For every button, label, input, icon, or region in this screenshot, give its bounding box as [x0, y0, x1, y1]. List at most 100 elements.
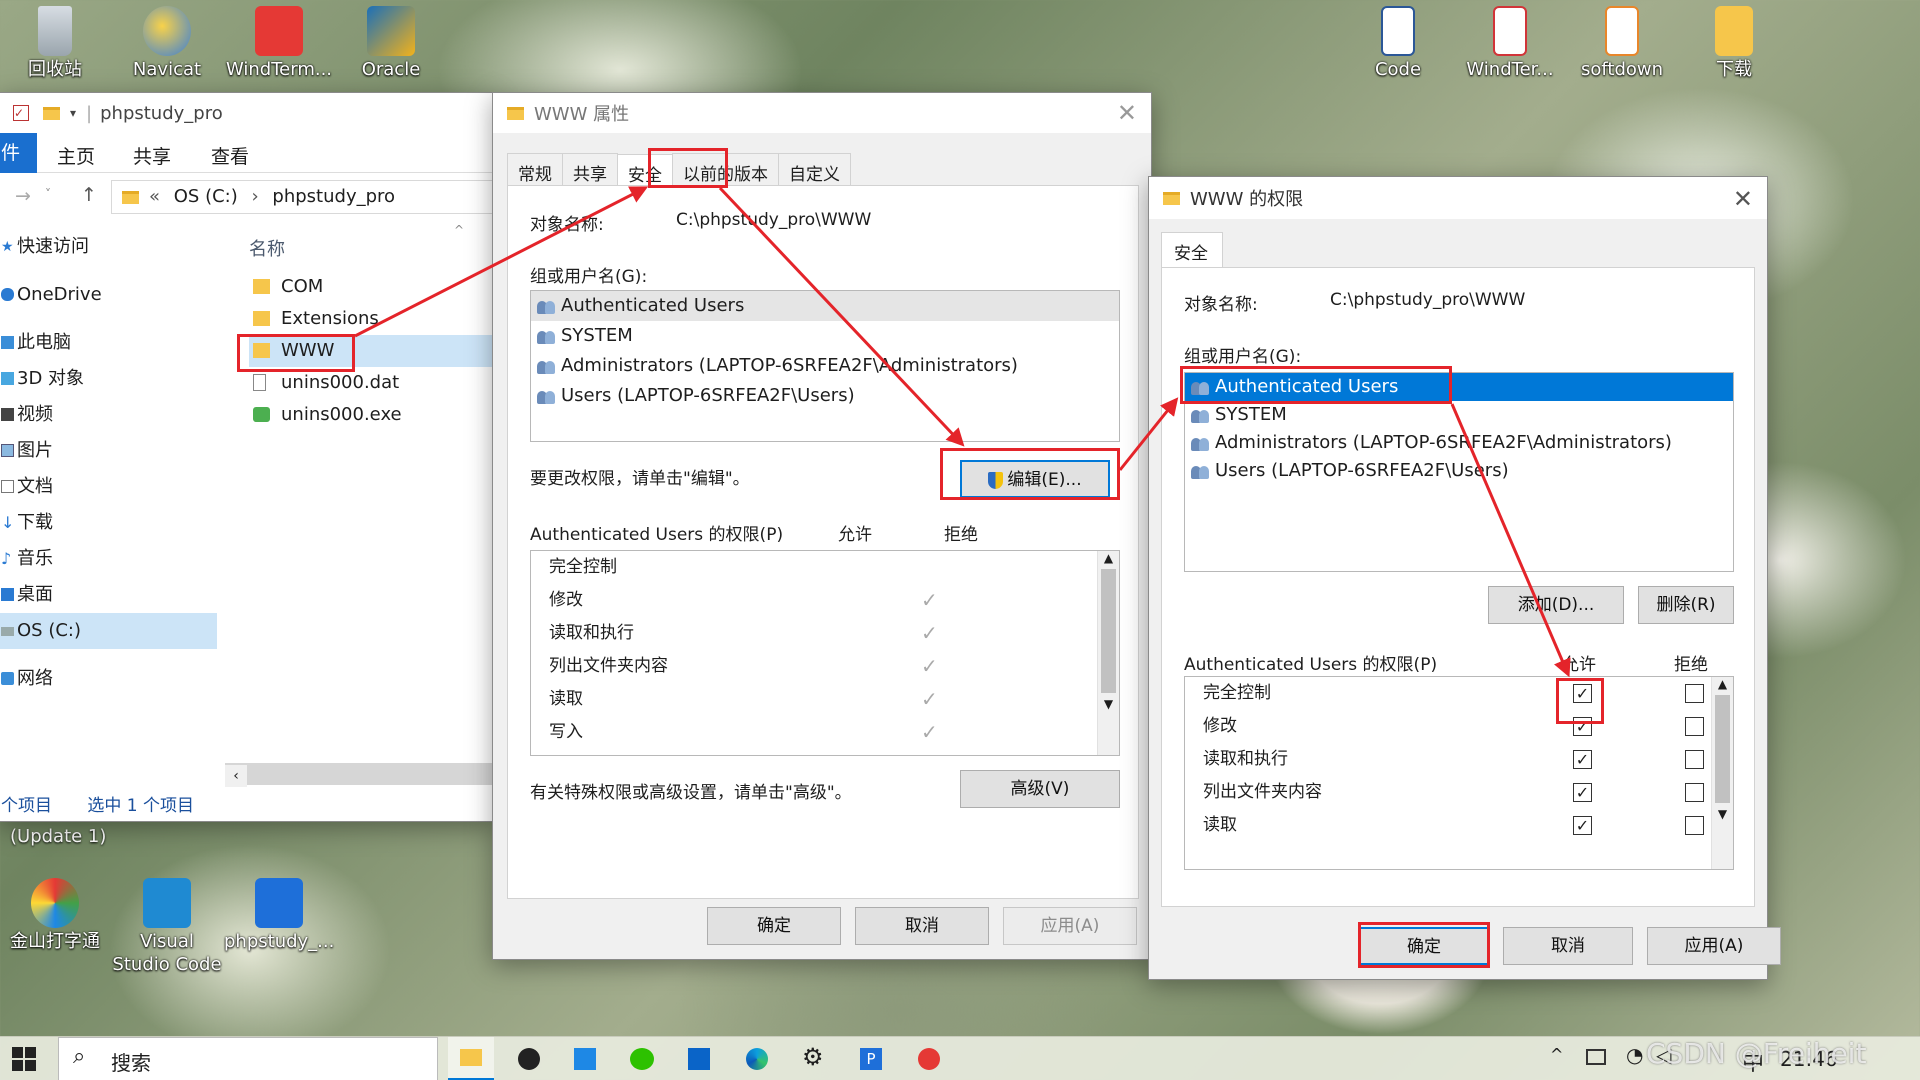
tab-security[interactable]: 安全	[1161, 232, 1223, 272]
edge-icon[interactable]	[746, 1048, 768, 1070]
checkmark-icon: ✓	[921, 687, 938, 711]
windows-start-icon[interactable]	[12, 1047, 36, 1071]
deny-checkbox[interactable]	[1685, 816, 1704, 835]
scroll-down-icon[interactable]: ▼	[1712, 807, 1733, 821]
scroll-left-icon[interactable]: ‹	[225, 765, 247, 787]
ribbon-view-tab[interactable]: 查看	[211, 142, 249, 169]
desktop-icon-downloads[interactable]: 下载	[1679, 0, 1789, 81]
up-arrow-icon[interactable]: ↑	[81, 184, 97, 206]
allow-checkbox[interactable]: ✓	[1573, 783, 1592, 802]
vertical-scrollbar[interactable]: ▲ ▼	[1711, 677, 1733, 869]
add-button[interactable]: 添加(D)...	[1488, 586, 1624, 624]
desktop-icon-phpstudy[interactable]: phpstudy_...	[224, 872, 334, 953]
nav-os-drive[interactable]: OS (C:)	[0, 613, 217, 649]
file-explorer-taskbar-icon[interactable]	[448, 1037, 494, 1080]
dropdown-icon[interactable]: ˅	[45, 187, 51, 201]
allow-checkbox[interactable]: ✓	[1573, 816, 1592, 835]
ok-button[interactable]: 确定	[1359, 927, 1489, 965]
chevron-up-icon[interactable]: ^	[1550, 1045, 1563, 1064]
scroll-down-icon[interactable]: ▼	[1098, 697, 1119, 711]
sort-up-icon: ^	[454, 223, 465, 237]
nav-downloads[interactable]: ↓ 下载	[0, 505, 217, 541]
file-row-unins-exe[interactable]: unins000.exe	[249, 399, 495, 431]
settings-gear-icon[interactable]: ⚙	[802, 1043, 824, 1071]
desktop-icon-vscode[interactable]: Visual Studio Code	[112, 872, 222, 976]
scroll-up-icon[interactable]: ▲	[1098, 551, 1119, 565]
nav-music[interactable]: ♪ 音乐	[0, 541, 217, 577]
allow-checkbox[interactable]: ✓	[1573, 684, 1592, 703]
scrollbar-thumb[interactable]	[1715, 695, 1730, 803]
snipaste-icon[interactable]	[918, 1048, 940, 1070]
nav-pictures[interactable]: 图片	[0, 433, 217, 469]
deny-checkbox[interactable]	[1685, 684, 1704, 703]
address-bar[interactable]: « OS (C:) › phpstudy_pro	[111, 180, 494, 214]
wechat-icon[interactable]	[630, 1048, 654, 1070]
file-row-unins-dat[interactable]: unins000.dat	[249, 367, 495, 399]
store-icon[interactable]	[574, 1048, 596, 1070]
deny-checkbox[interactable]	[1685, 750, 1704, 769]
deny-checkbox[interactable]	[1685, 783, 1704, 802]
nav-this-pc[interactable]: 此电脑	[0, 325, 217, 361]
deny-checkbox[interactable]	[1685, 717, 1704, 736]
desktop-icon-code[interactable]: Code	[1343, 0, 1453, 81]
user-row-authenticated[interactable]: Authenticated Users	[1185, 373, 1733, 401]
allow-checkbox[interactable]: ✓	[1573, 750, 1592, 769]
scroll-up-icon[interactable]: ▲	[1712, 677, 1733, 691]
user-row-authenticated[interactable]: Authenticated Users	[531, 291, 1119, 321]
user-row-users[interactable]: Users (LAPTOP-6SRFEA2F\Users)	[531, 381, 1119, 411]
nav-3d-objects[interactable]: 3D 对象	[0, 361, 217, 397]
taskbar-search[interactable]: ⌕ 搜索	[58, 1037, 438, 1080]
allow-checkbox[interactable]: ✓	[1573, 717, 1592, 736]
ribbon-share-tab[interactable]: 共享	[133, 142, 171, 169]
desktop-icon-windterm[interactable]: WindTerm...	[224, 0, 334, 81]
edit-button[interactable]: 编辑(E)...	[960, 460, 1110, 498]
github-icon[interactable]	[518, 1048, 540, 1070]
scrollbar-thumb[interactable]	[1101, 569, 1116, 693]
column-header-name[interactable]: 名称	[249, 235, 285, 261]
horizontal-scrollbar[interactable]: ‹	[225, 763, 494, 787]
remove-button[interactable]: 删除(R)	[1638, 586, 1734, 624]
nav-desktop[interactable]: 桌面	[0, 577, 217, 613]
desktop-icon-recycle-bin[interactable]: 回收站	[0, 0, 110, 81]
nav-documents[interactable]: 文档	[0, 469, 217, 505]
cancel-button[interactable]: 取消	[1503, 927, 1633, 965]
address-segment-folder[interactable]: phpstudy_pro	[272, 186, 395, 207]
desktop-icon-windter-doc[interactable]: WindTer...	[1455, 0, 1565, 81]
cancel-button[interactable]: 取消	[855, 907, 989, 945]
nav-quick-access[interactable]: ★ 快速访问	[0, 229, 217, 265]
user-row-system[interactable]: SYSTEM	[1185, 401, 1733, 429]
nav-onedrive[interactable]: OneDrive	[0, 277, 217, 313]
desktop-icon-softdown[interactable]: softdown	[1567, 0, 1677, 81]
advanced-button[interactable]: 高级(V)	[960, 770, 1120, 808]
phpstudy-taskbar-icon[interactable]: P	[860, 1048, 882, 1070]
forward-icon[interactable]: →	[15, 185, 31, 207]
apply-button[interactable]: 应用(A)	[1647, 927, 1781, 965]
file-row-www[interactable]: WWW	[249, 335, 495, 367]
ribbon-home-tab[interactable]: 主页	[57, 142, 95, 169]
file-row-com[interactable]: COM	[249, 271, 495, 303]
user-row-administrators[interactable]: Administrators (LAPTOP-6SRFEA2F\Administ…	[1185, 429, 1733, 457]
user-row-system[interactable]: SYSTEM	[531, 321, 1119, 351]
close-icon[interactable]: ✕	[1733, 185, 1753, 213]
vertical-scrollbar[interactable]: ▲ ▼	[1097, 551, 1119, 755]
dropdown-icon[interactable]: ▾	[70, 106, 76, 120]
apply-button[interactable]: 应用(A)	[1003, 907, 1137, 945]
user-row-administrators[interactable]: Administrators (LAPTOP-6SRFEA2F\Administ…	[531, 351, 1119, 381]
desktop-icon-oracle[interactable]: Oracle	[336, 0, 446, 81]
network-tray-icon[interactable]	[1586, 1049, 1606, 1065]
wifi-icon[interactable]: ◔	[1626, 1043, 1643, 1067]
desktop-icon-navicat[interactable]: Navicat	[112, 0, 222, 81]
user-row-users[interactable]: Users (LAPTOP-6SRFEA2F\Users)	[1185, 457, 1733, 485]
close-icon[interactable]: ✕	[1117, 99, 1137, 127]
file-row-extensions[interactable]: Extensions	[249, 303, 495, 335]
nav-network[interactable]: 网络	[0, 661, 217, 697]
nav-videos[interactable]: 视频	[0, 397, 217, 433]
ribbon-file-tab[interactable]: 件	[0, 133, 37, 173]
ok-button[interactable]: 确定	[707, 907, 841, 945]
perm-row-list-folder: 列出文件夹内容 ✓	[1185, 776, 1733, 809]
outlook-icon[interactable]	[688, 1048, 710, 1070]
users-icon	[1191, 436, 1211, 451]
desktop-icon-typing[interactable]: 金山打字通	[0, 872, 110, 953]
address-segment-drive[interactable]: OS (C:)	[174, 186, 238, 207]
advanced-hint: 有关特殊权限或高级设置，请单击"高级"。	[530, 783, 852, 803]
